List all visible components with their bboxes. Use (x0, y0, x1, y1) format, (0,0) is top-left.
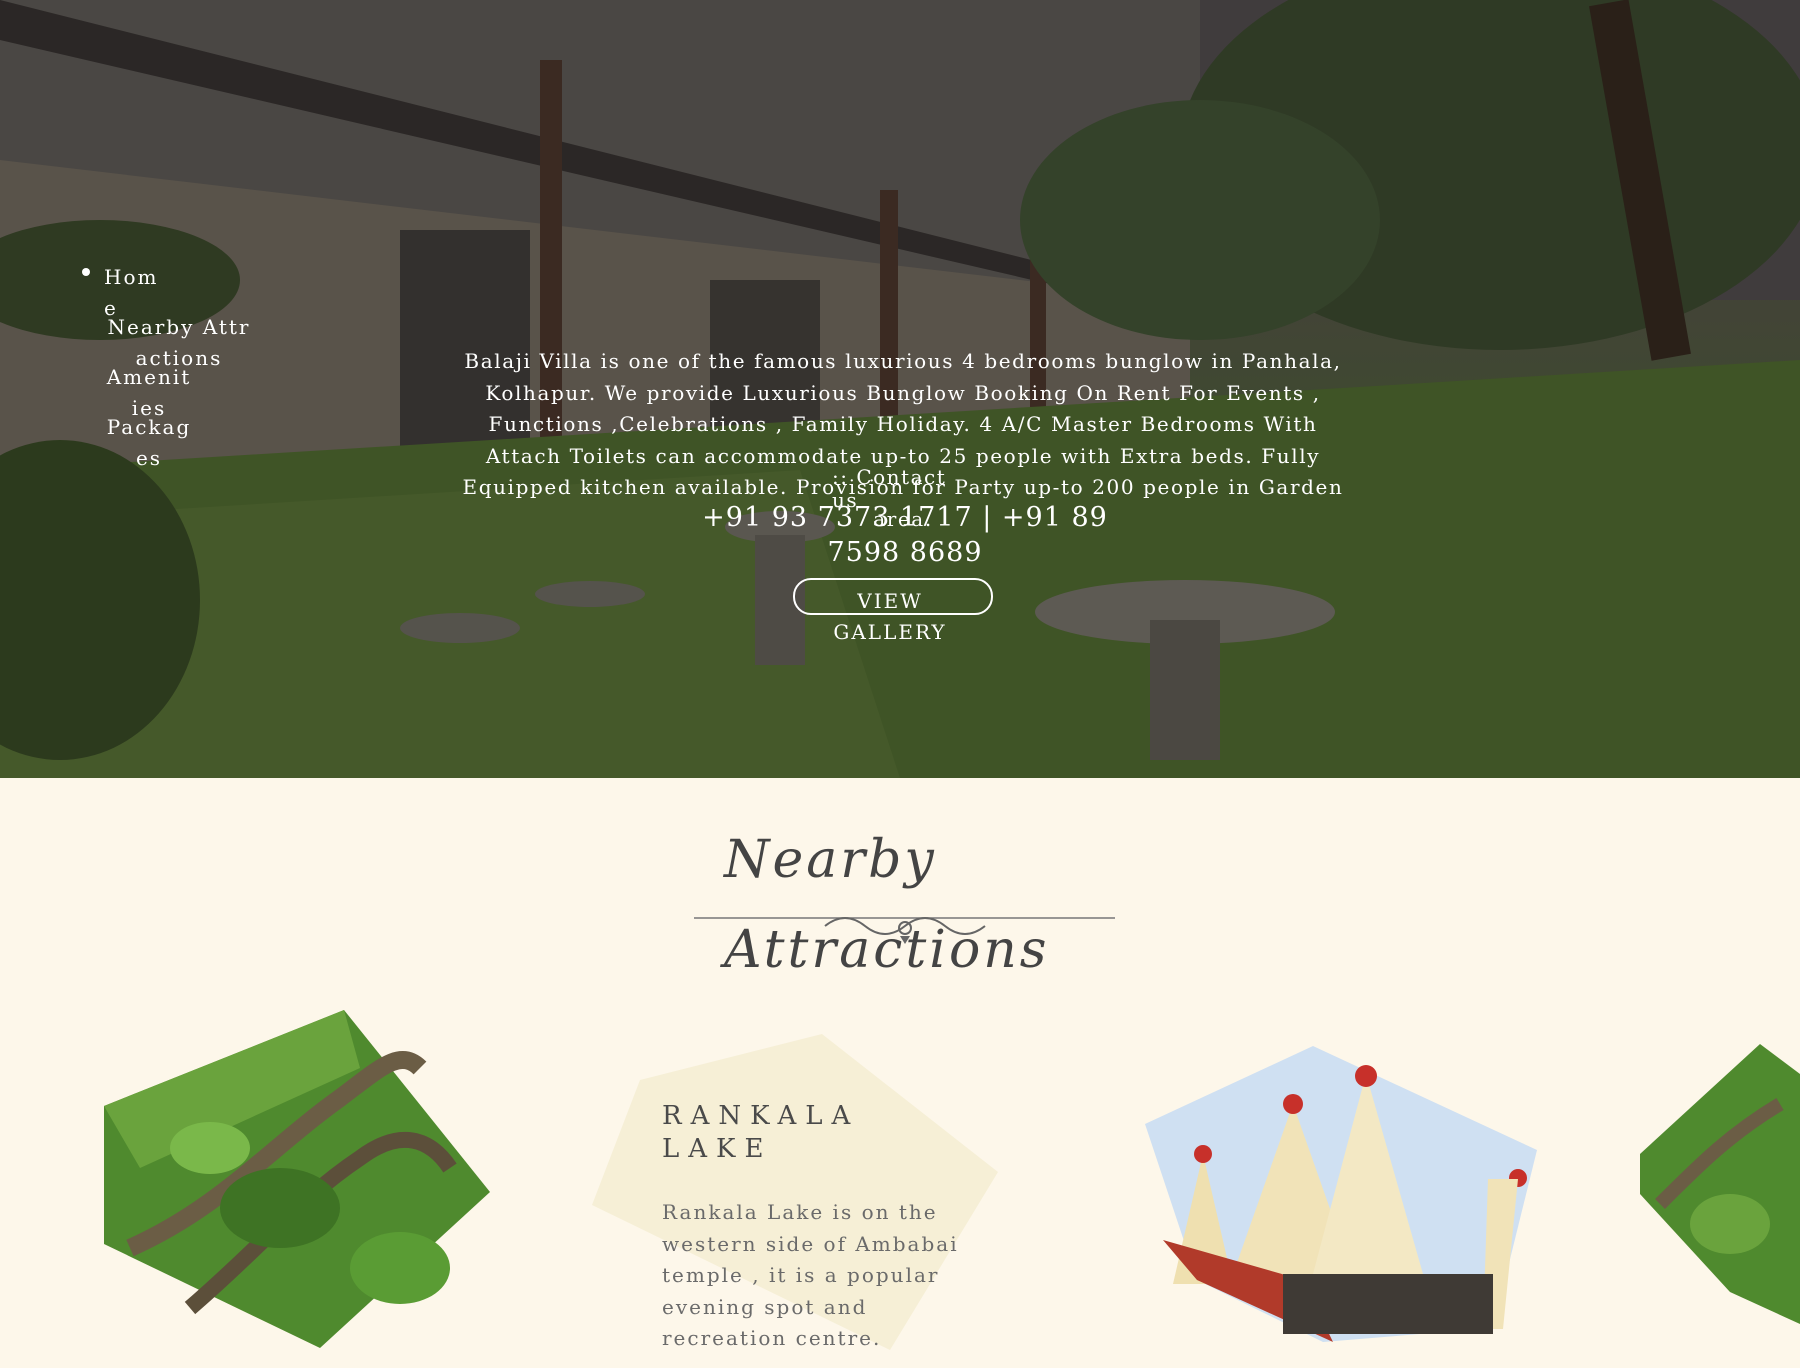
section-title: Nearby Attractions (690, 820, 1120, 1000)
attraction-title: RANKALA LAKE (662, 1101, 860, 1164)
section-title-line-2: Attractions (724, 920, 1050, 980)
section-title-line-1: Nearby (724, 830, 937, 890)
contact-phone-numbers[interactable]: +91 93 7373 1717 | +91 89 7598 8689 (690, 500, 1120, 570)
panhala-fort-image (104, 1010, 490, 1348)
nav-item-packages[interactable]: Packages (104, 412, 194, 474)
ambabai-temple-image (1145, 1046, 1537, 1342)
view-gallery-label[interactable]: VIEW GALLERY (830, 586, 950, 648)
active-bullet-icon (82, 268, 90, 276)
hero-banner: Home Nearby Attractions Amenities Packag… (0, 0, 1800, 778)
attraction-description: Rankala Lake is on the western side of A… (662, 1200, 959, 1350)
panhala-fort-image-partial (1640, 1044, 1800, 1324)
